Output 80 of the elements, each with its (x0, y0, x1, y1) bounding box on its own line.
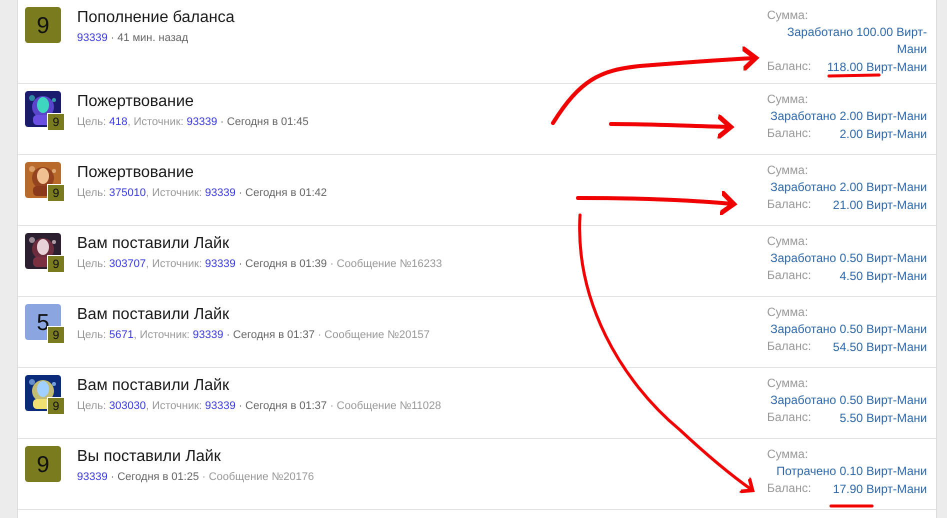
balance-label: Баланс: (767, 480, 812, 497)
sum-label: Сумма: (767, 233, 810, 250)
user-link[interactable]: 93339 (192, 329, 224, 341)
event-title: Пополнение баланса (77, 8, 236, 28)
user-link[interactable]: 93339 (204, 187, 236, 199)
level-badge: 9 (47, 326, 65, 344)
event-time: · Сегодня в 01:42 (238, 187, 327, 199)
avatar[interactable]: 9 (25, 7, 61, 43)
sum-label: Сумма: (767, 375, 810, 392)
balance-value: 118.00 Вирт-Мани (827, 60, 927, 74)
user-link[interactable]: 93339 (204, 400, 236, 412)
level-badge: 9 (47, 397, 65, 415)
user-link[interactable]: 303707 (109, 258, 146, 270)
underline-mark (830, 504, 874, 508)
user-link[interactable]: 93339 (77, 471, 108, 483)
meta-label: Цель: (77, 187, 106, 199)
balance-value: 54.50 Вирт-Мани (832, 340, 927, 354)
meta-label: , Источник: (146, 258, 202, 270)
level-badge: 9 (47, 113, 65, 131)
event-time: · Сегодня в 01:45 (220, 116, 309, 128)
meta-label: Цель: (77, 400, 106, 412)
meta-label: · Сообщение №20157 (318, 329, 430, 341)
event-time: · Сегодня в 01:25 (110, 471, 199, 483)
event-title: Вам поставили Лайк (77, 305, 230, 325)
level-badge: 9 (47, 255, 65, 273)
balance-label: Баланс: (767, 58, 812, 75)
balance-label: Баланс: (767, 267, 812, 284)
user-link[interactable]: 5671 (109, 329, 134, 341)
avatar-initial: 5 (36, 310, 50, 334)
event-time: · 41 мин. назад (110, 32, 188, 44)
event-title: Пожертвование (77, 163, 195, 183)
user-link[interactable]: 93339 (77, 32, 108, 44)
amount-value: Заработано 0.50 Вирт-Мани (769, 392, 927, 409)
meta-label: , Источник: (146, 400, 202, 412)
event-title: Вам поставили Лайк (77, 234, 230, 254)
level-badge: 9 (47, 184, 65, 202)
meta-label: , Источник: (146, 187, 202, 199)
balance-label: Баланс: (767, 196, 812, 213)
user-link[interactable]: 375010 (109, 187, 146, 199)
event-time: · Сегодня в 01:37 (238, 400, 327, 412)
balance-value: 5.50 Вирт-Мани (840, 410, 927, 424)
meta-label: Цель: (77, 116, 106, 128)
sum-label: Сумма: (767, 446, 810, 463)
balance-value: 2.00 Вирт-Мани (840, 126, 927, 140)
avatar[interactable]: 9 (25, 446, 61, 482)
meta-label: , Источник: (127, 116, 184, 128)
amount-value: Заработано 100.00 Вирт-Мани (786, 24, 927, 58)
sum-label: Сумма: (767, 162, 810, 179)
balance-value: 21.00 Вирт-Мани (832, 198, 927, 212)
event-title: Пожертвование (77, 92, 195, 112)
event-time: · Сегодня в 01:39 (238, 258, 327, 270)
event-title: Вам поставили Лайк (77, 376, 230, 396)
balance-value: 17.90 Вирт-Мани (832, 482, 927, 496)
meta-label: · Сообщение №20176 (202, 471, 314, 483)
user-link[interactable]: 93339 (204, 258, 236, 270)
avatar-initial: 9 (36, 452, 50, 476)
amount-value: Заработано 2.00 Вирт-Мани (769, 179, 927, 196)
balance-label: Баланс: (767, 409, 812, 426)
event-time: · Сегодня в 01:37 (226, 329, 315, 341)
balance-label: Баланс: (767, 338, 812, 355)
amount-value: Заработано 0.50 Вирт-Мани (769, 250, 927, 267)
meta-label: · Сообщение №11028 (330, 400, 442, 412)
user-link[interactable]: 93339 (186, 116, 218, 128)
sum-label: Сумма: (767, 91, 810, 108)
meta-label: Цель: (77, 258, 106, 270)
meta-label: Цель: (77, 329, 106, 341)
user-link[interactable]: 303030 (109, 400, 146, 412)
amount-value: Потрачено 0.10 Вирт-Мани (775, 463, 927, 480)
amount-value: Заработано 2.00 Вирт-Мани (769, 108, 927, 125)
meta-label: · Сообщение №16233 (330, 258, 442, 270)
sum-label: Сумма: (767, 7, 810, 24)
amount-value: Заработано 0.50 Вирт-Мани (769, 321, 927, 338)
balance-value: 4.50 Вирт-Мани (840, 268, 927, 282)
balance-label: Баланс: (767, 125, 812, 142)
event-title: Вы поставили Лайк (77, 447, 222, 467)
user-link[interactable]: 418 (109, 116, 128, 128)
avatar-initial: 9 (36, 14, 50, 36)
meta-label: , Источник: (134, 329, 190, 341)
underline-mark (828, 74, 880, 78)
sum-label: Сумма: (767, 304, 810, 321)
